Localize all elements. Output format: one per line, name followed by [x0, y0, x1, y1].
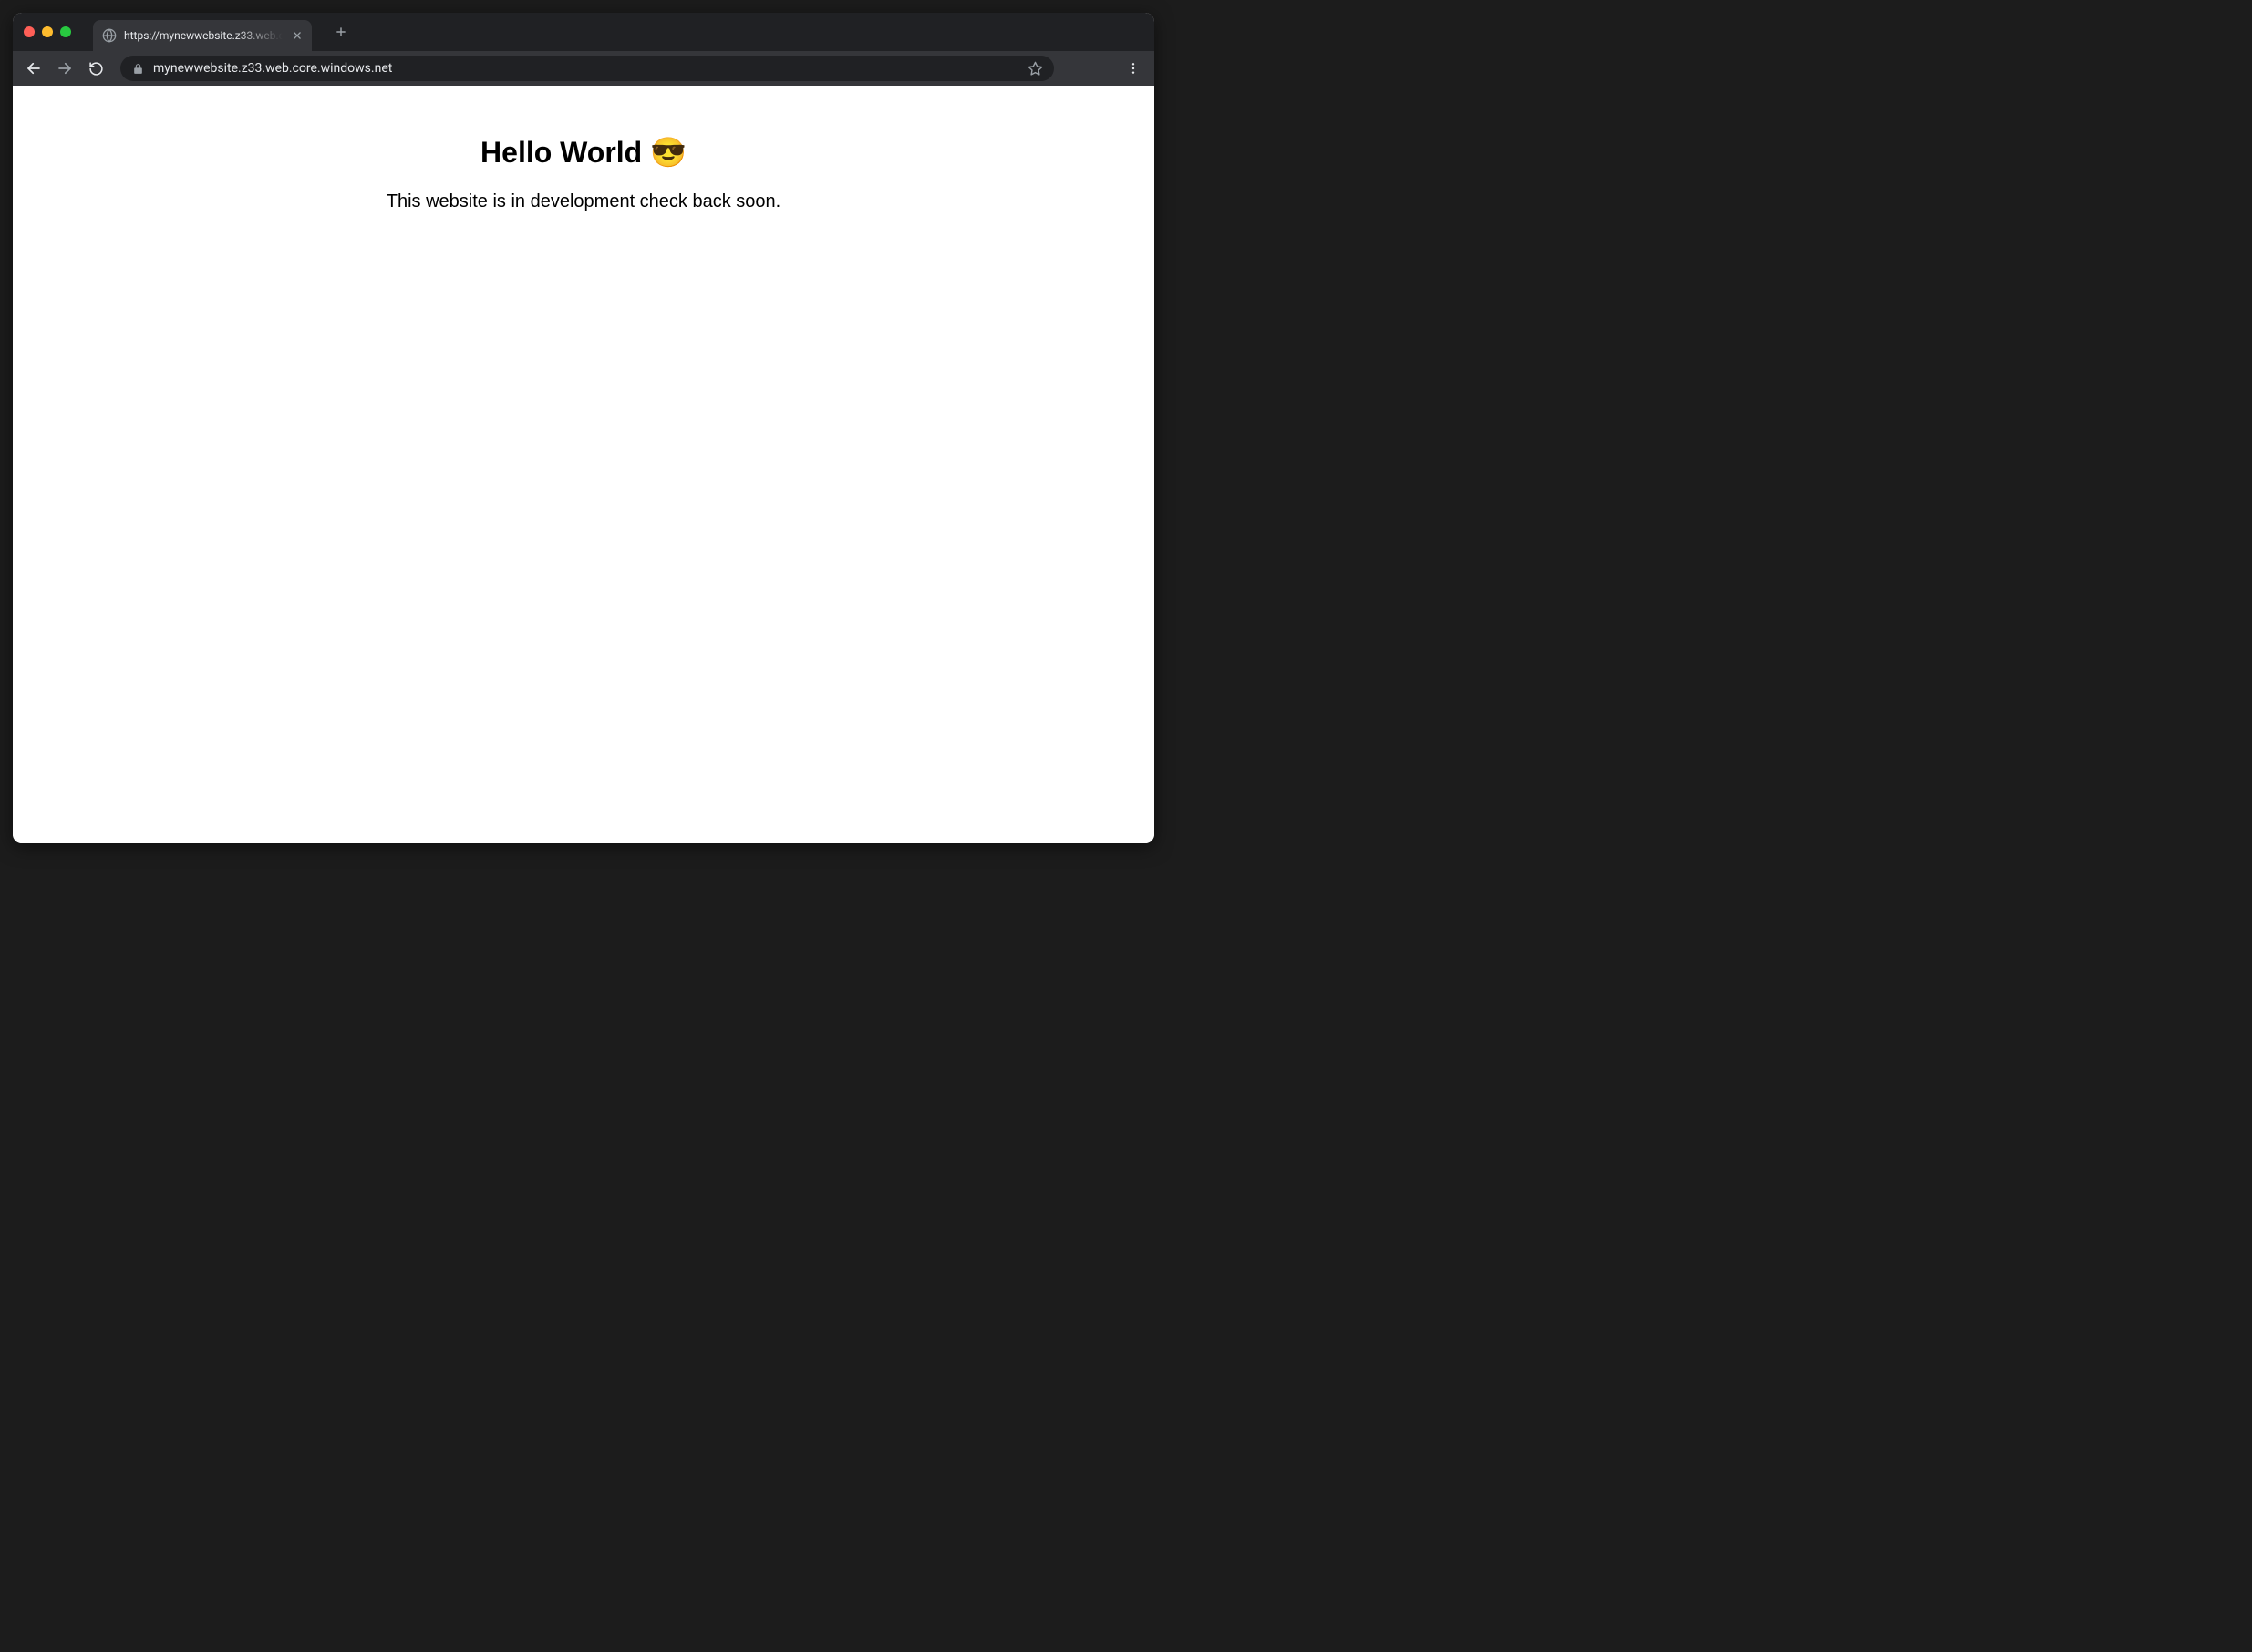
forward-button[interactable]	[51, 55, 78, 82]
browser-window: https://mynewwebsite.z33.web.core.window…	[13, 13, 1154, 843]
close-window-button[interactable]	[24, 26, 35, 37]
bookmark-button[interactable]	[1027, 60, 1043, 77]
close-tab-button[interactable]	[290, 28, 305, 43]
globe-icon	[102, 28, 117, 43]
reload-button[interactable]	[82, 55, 109, 82]
address-text: mynewwebsite.z33.web.core.windows.net	[153, 61, 1018, 76]
toolbar: mynewwebsite.z33.web.core.windows.net	[13, 51, 1154, 86]
page-body-text: This website is in development check bac…	[387, 191, 780, 212]
window-controls	[24, 26, 71, 37]
back-button[interactable]	[20, 55, 47, 82]
minimize-window-button[interactable]	[42, 26, 53, 37]
page-content: Hello World 😎 This website is in develop…	[13, 86, 1154, 843]
maximize-window-button[interactable]	[60, 26, 71, 37]
titlebar: https://mynewwebsite.z33.web.core.window…	[13, 13, 1154, 51]
page-heading: Hello World 😎	[480, 135, 687, 170]
browser-menu-button[interactable]	[1120, 55, 1147, 82]
browser-tab[interactable]: https://mynewwebsite.z33.web.core.window…	[93, 20, 312, 51]
tab-title: https://mynewwebsite.z33.web.core.window…	[124, 29, 283, 42]
address-bar[interactable]: mynewwebsite.z33.web.core.windows.net	[120, 56, 1054, 81]
lock-icon	[131, 62, 144, 75]
new-tab-button[interactable]	[328, 19, 354, 45]
